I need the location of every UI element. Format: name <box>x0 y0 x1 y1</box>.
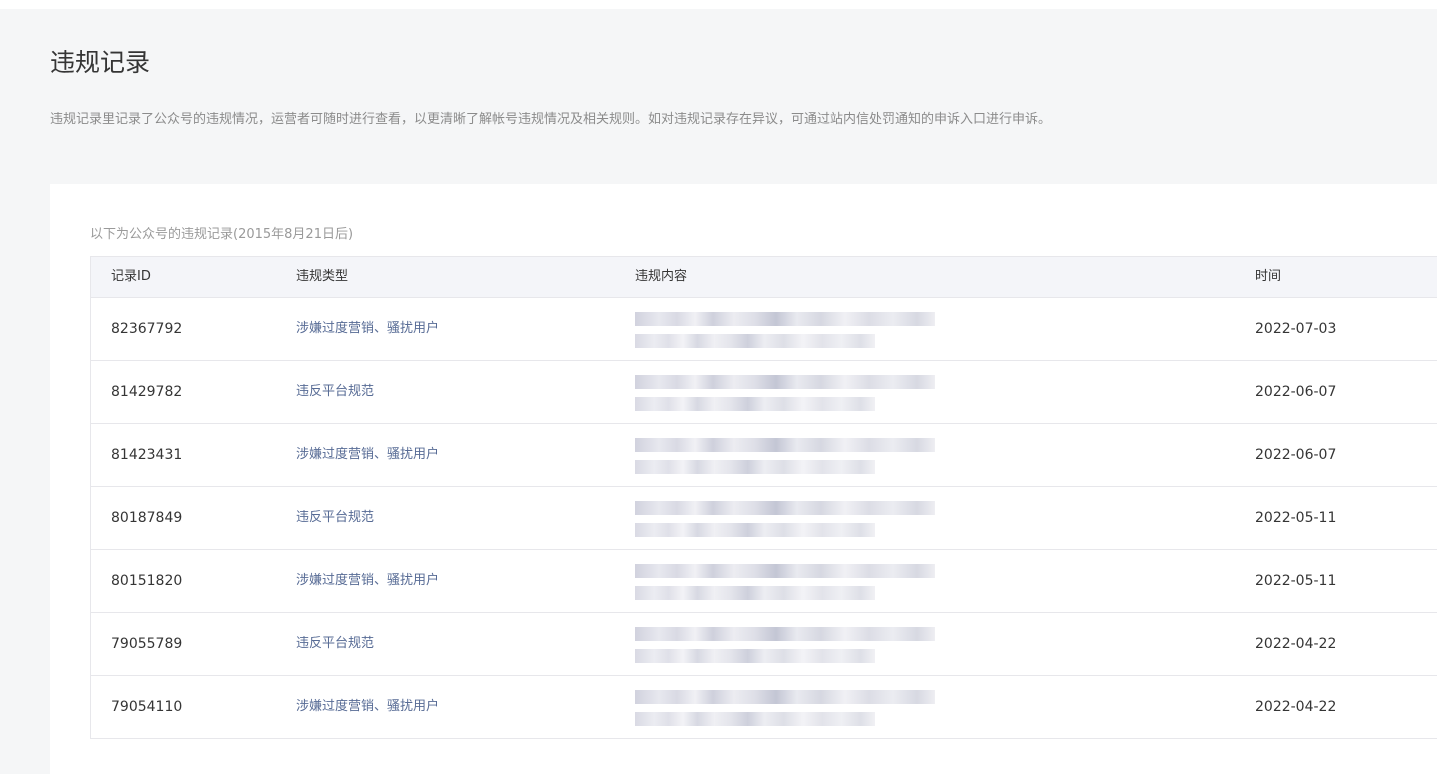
violation-table: 记录ID 违规类型 违规内容 时间 82367792 涉嫌过度营销、骚扰用户 202… <box>90 256 1437 739</box>
redacted-text-line <box>635 438 935 452</box>
violation-type-link[interactable]: 违反平台规范 <box>296 613 374 675</box>
table-header: 记录ID 违规类型 违规内容 时间 <box>91 257 1437 298</box>
record-id: 81429782 <box>111 384 183 400</box>
record-time: 2022-05-11 <box>1255 510 1337 526</box>
header-time: 时间 <box>1255 269 1282 284</box>
redacted-text-line <box>635 712 875 726</box>
redacted-text-line <box>635 397 875 411</box>
violation-content-redacted <box>635 436 935 476</box>
redacted-text-line <box>635 523 875 537</box>
record-time: 2022-04-22 <box>1255 699 1337 715</box>
record-id: 82367792 <box>111 321 183 337</box>
table-row: 79055789 违反平台规范 2022-04-22 <box>91 613 1437 676</box>
page-description: 违规记录里记录了公众号的违规情况，运营者可随时进行查看，以更清晰了解帐号违规情况… <box>50 112 1052 127</box>
redacted-text-line <box>635 564 935 578</box>
violation-content-redacted <box>635 499 935 539</box>
violation-type-link[interactable]: 违反平台规范 <box>296 361 374 423</box>
violation-records-card: 以下为公众号的违规记录(2015年8月21日后) 记录ID 违规类型 违规内容 … <box>50 184 1437 774</box>
redacted-text-line <box>635 649 875 663</box>
record-id: 80187849 <box>111 510 183 526</box>
header-violation-content: 违规内容 <box>635 269 688 284</box>
record-id: 79055789 <box>111 636 183 652</box>
table-row: 80151820 涉嫌过度营销、骚扰用户 2022-05-11 <box>91 550 1437 613</box>
violation-type-link[interactable]: 违反平台规范 <box>296 487 374 549</box>
redacted-text-line <box>635 690 935 704</box>
violation-type-link[interactable]: 涉嫌过度营销、骚扰用户 <box>296 424 439 486</box>
record-time: 2022-05-11 <box>1255 573 1337 589</box>
table-row: 81429782 违反平台规范 2022-06-07 <box>91 361 1437 424</box>
violation-type-link[interactable]: 涉嫌过度营销、骚扰用户 <box>296 298 439 360</box>
record-id: 79054110 <box>111 699 183 715</box>
redacted-text-line <box>635 334 875 348</box>
table-row: 82367792 涉嫌过度营销、骚扰用户 2022-07-03 <box>91 298 1437 361</box>
record-time: 2022-04-22 <box>1255 636 1337 652</box>
table-body: 82367792 涉嫌过度营销、骚扰用户 2022-07-03 81429782 违反平… <box>91 298 1437 739</box>
table-row: 79054110 涉嫌过度营销、骚扰用户 2022-04-22 <box>91 676 1437 739</box>
header-record-id: 记录ID <box>111 269 151 284</box>
violation-content-redacted <box>635 688 935 728</box>
record-time: 2022-06-07 <box>1255 384 1337 400</box>
record-id: 81423431 <box>111 447 183 463</box>
record-time: 2022-06-07 <box>1255 447 1337 463</box>
redacted-text-line <box>635 501 935 515</box>
table-row: 80187849 违反平台规范 2022-05-11 <box>91 487 1437 550</box>
header-violation-type: 违规类型 <box>296 269 349 284</box>
redacted-text-line <box>635 586 875 600</box>
violation-content-redacted <box>635 373 935 413</box>
redacted-text-line <box>635 460 875 474</box>
record-id: 80151820 <box>111 573 183 589</box>
violation-content-redacted <box>635 562 935 602</box>
violation-content-redacted <box>635 310 935 350</box>
record-time: 2022-07-03 <box>1255 321 1337 337</box>
redacted-text-line <box>635 312 935 326</box>
violation-content-redacted <box>635 625 935 665</box>
violation-type-link[interactable]: 涉嫌过度营销、骚扰用户 <box>296 676 439 738</box>
table-caption: 以下为公众号的违规记录(2015年8月21日后) <box>90 227 354 242</box>
violation-type-link[interactable]: 涉嫌过度营销、骚扰用户 <box>296 550 439 612</box>
redacted-text-line <box>635 627 935 641</box>
table-row: 81423431 涉嫌过度营销、骚扰用户 2022-06-07 <box>91 424 1437 487</box>
redacted-text-line <box>635 375 935 389</box>
page-title: 违规记录 <box>50 48 151 77</box>
